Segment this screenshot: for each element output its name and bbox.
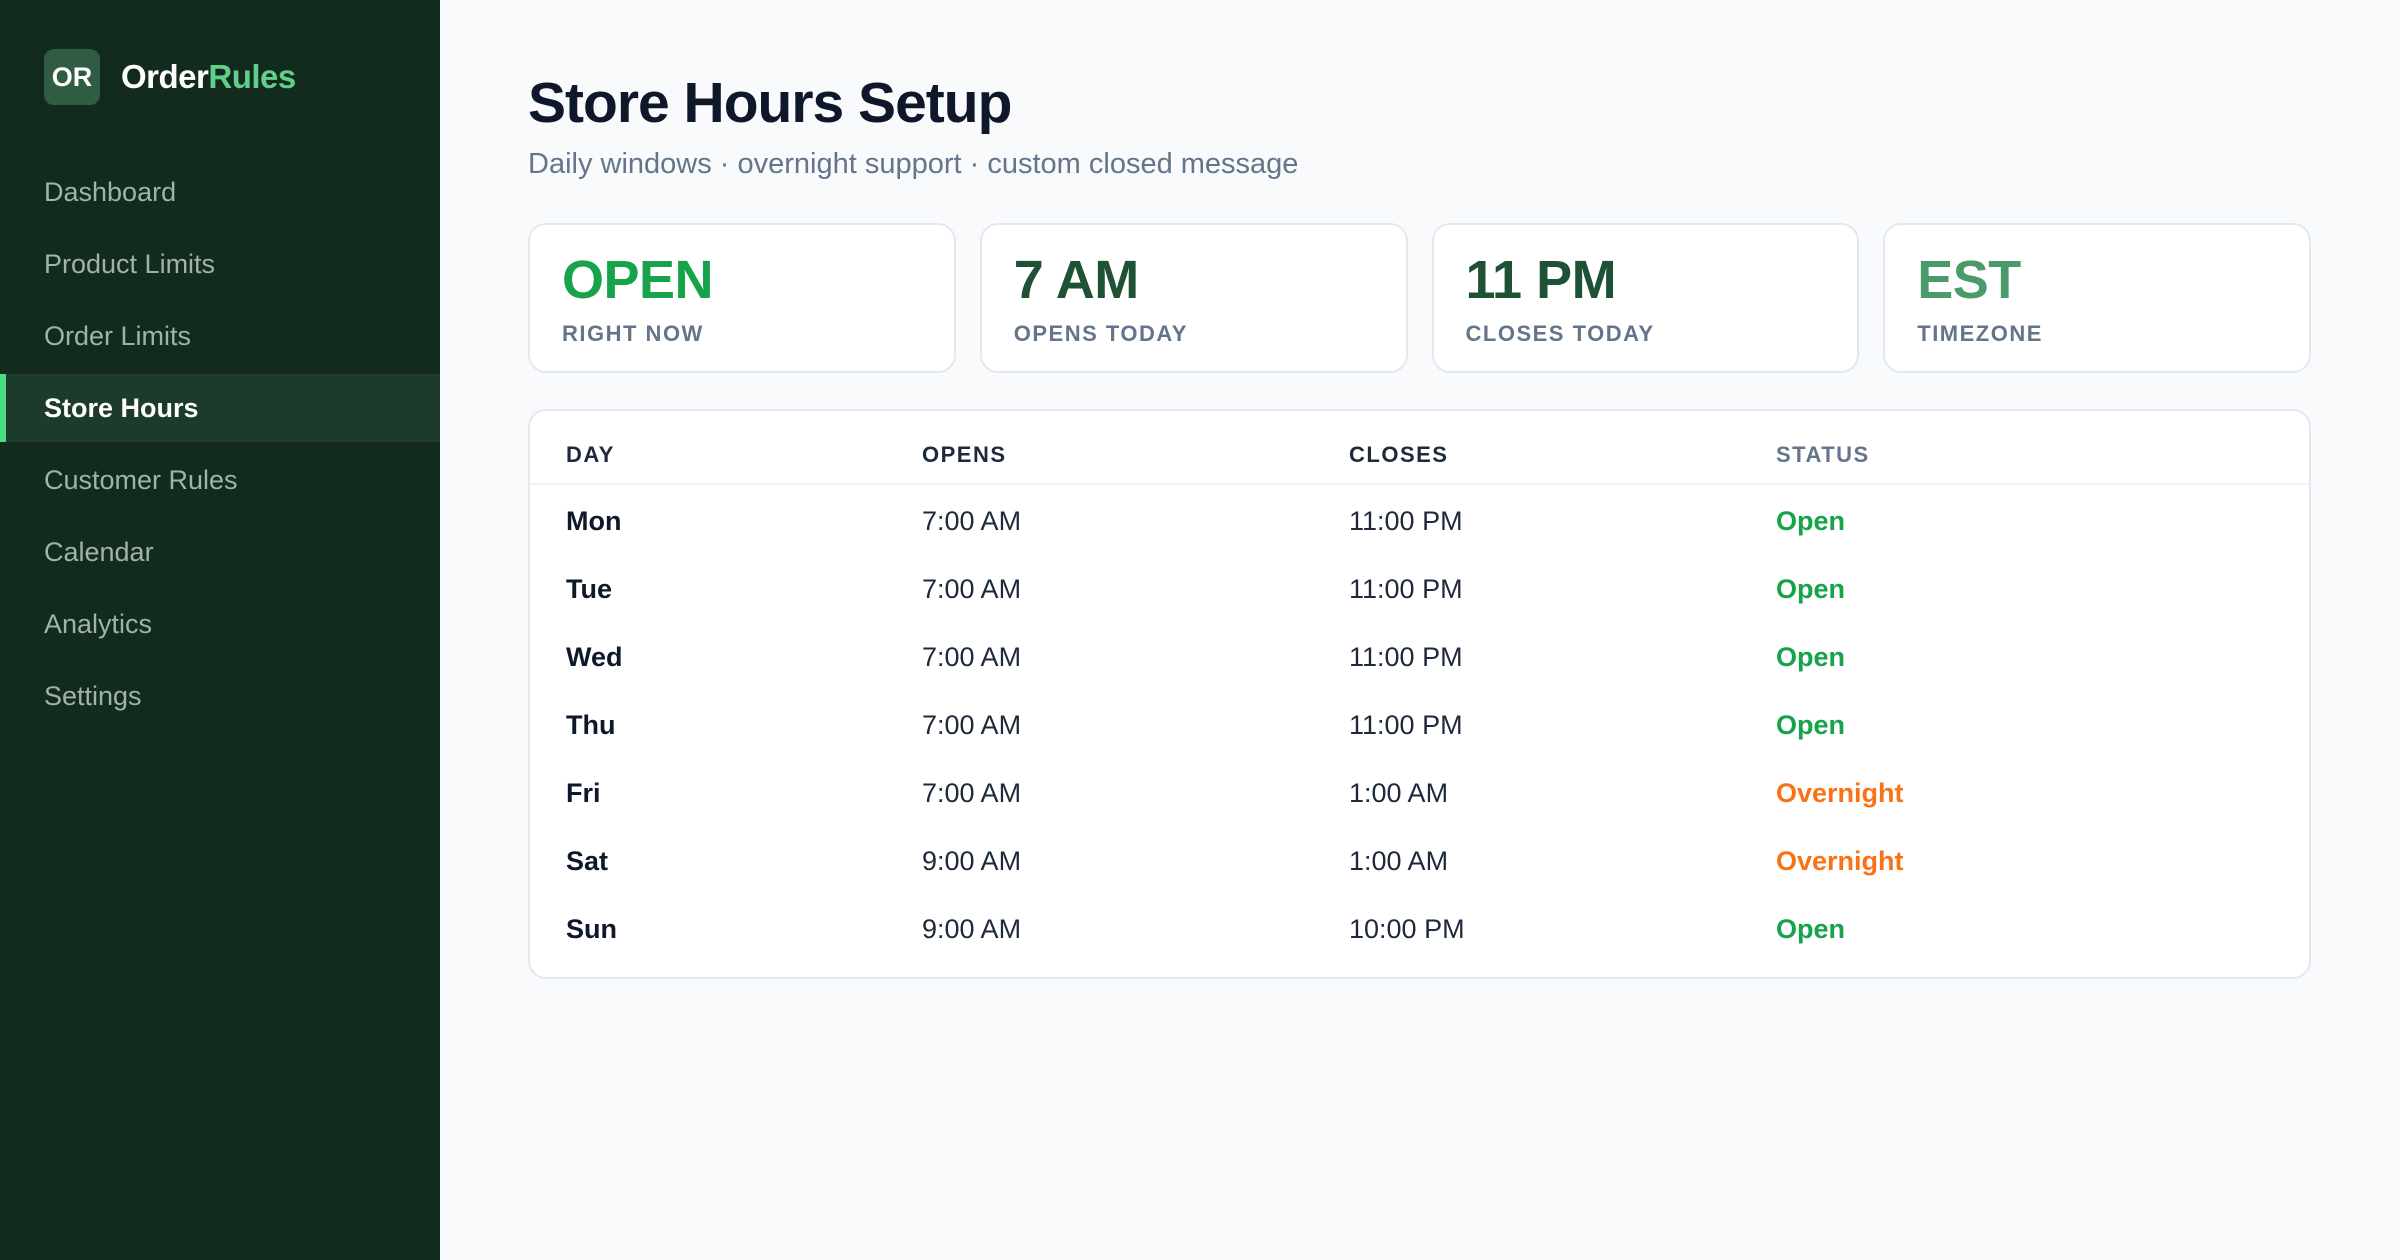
stat-label: OPENS TODAY	[1013, 321, 1188, 346]
table-row[interactable]: Thu 7:00 AM 11:00 PM Open	[530, 691, 2309, 759]
cell-opens: 7:00 AM	[922, 505, 1022, 536]
table-row[interactable]: Sun 9:00 AM 10:00 PM Open	[530, 895, 2309, 963]
sidebar: OR OrderRules Dashboard Product Limits Ord…	[0, 0, 440, 1260]
cell-day: Thu	[566, 709, 616, 740]
stat-label: TIMEZONE	[1917, 321, 2043, 346]
stat-card-closes-today: 11 PM CLOSES TODAY	[1431, 223, 1860, 373]
column-header-opens: OPENS	[922, 442, 1007, 467]
cell-status: Open	[1776, 641, 1846, 672]
sidebar-item-store-hours[interactable]: Store Hours	[0, 374, 440, 442]
stat-label: CLOSES TODAY	[1465, 321, 1655, 346]
cell-closes: 11:00 PM	[1349, 505, 1463, 536]
cell-closes: 1:00 AM	[1349, 845, 1449, 876]
sidebar-item-settings[interactable]: Settings	[0, 662, 440, 730]
stat-label: RIGHT NOW	[562, 321, 704, 346]
table-row[interactable]: Sat 9:00 AM 1:00 AM Overnight	[530, 827, 2309, 895]
stat-value: 11 PM	[1465, 250, 1617, 310]
cell-day: Tue	[566, 573, 612, 604]
page-subtitle: Daily windows · overnight support · cust…	[528, 148, 1299, 180]
stat-card-timezone: EST TIMEZONE	[1883, 223, 2311, 373]
cell-status: Open	[1776, 709, 1846, 740]
table-row[interactable]: Wed 7:00 AM 11:00 PM Open	[530, 623, 2309, 691]
sidebar-item-analytics[interactable]: Analytics	[0, 590, 440, 658]
brand-name-accent: Rules	[208, 58, 296, 95]
table-row[interactable]: Tue 7:00 AM 11:00 PM Open	[530, 555, 2309, 623]
cell-closes: 11:00 PM	[1349, 573, 1463, 604]
cell-opens: 9:00 AM	[922, 845, 1022, 876]
cell-opens: 9:00 AM	[922, 913, 1022, 944]
brand-name-prefix: Order	[121, 58, 209, 95]
stats-row: OPEN RIGHT NOW 7 AM OPENS TODAY 11 PM CLOSES …	[528, 223, 2311, 373]
cell-status: Open	[1776, 913, 1846, 944]
brand-logo-badge: OR	[44, 49, 100, 105]
main-content: Store Hours Setup Daily windows · overni…	[440, 0, 2400, 1260]
cell-closes: 1:00 AM	[1349, 777, 1449, 808]
table-row[interactable]: Mon 7:00 AM 11:00 PM Open	[530, 487, 2309, 555]
cell-status: Open	[1776, 573, 1846, 604]
cell-day: Sat	[566, 845, 609, 876]
stat-card-status-now: OPEN RIGHT NOW	[528, 223, 956, 373]
cell-closes: 10:00 PM	[1349, 913, 1465, 944]
sidebar-item-order-limits[interactable]: Order Limits	[0, 302, 440, 370]
cell-opens: 7:00 AM	[922, 709, 1022, 740]
column-header-day: DAY	[566, 442, 615, 467]
cell-opens: 7:00 AM	[922, 777, 1022, 808]
brand[interactable]: OR OrderRules	[0, 0, 440, 105]
sidebar-item-product-limits[interactable]: Product Limits	[0, 230, 440, 298]
brand-name: OrderRules	[121, 58, 296, 96]
table-header-row: DAY OPENS CLOSES STATUS	[530, 411, 2309, 485]
stat-value: EST	[1917, 250, 2021, 310]
stat-value: 7 AM	[1013, 250, 1140, 310]
cell-closes: 11:00 PM	[1349, 709, 1463, 740]
app-root: OR OrderRules Dashboard Product Limits Ord…	[0, 0, 2400, 1260]
cell-opens: 7:00 AM	[922, 573, 1022, 604]
cell-day: Mon	[566, 505, 622, 536]
sidebar-item-calendar[interactable]: Calendar	[0, 518, 440, 586]
table-body: Mon 7:00 AM 11:00 PM Open Tue 7:00 AM 11:00 PM…	[530, 487, 2309, 963]
sidebar-item-dashboard[interactable]: Dashboard	[0, 158, 440, 226]
stat-card-opens-today: 7 AM OPENS TODAY	[979, 223, 1408, 373]
sidebar-nav: Dashboard Product Limits Order Limits Store…	[0, 158, 440, 730]
cell-day: Wed	[566, 641, 623, 672]
cell-day: Sun	[566, 913, 617, 944]
column-header-closes: CLOSES	[1349, 442, 1449, 467]
cell-status: Overnight	[1776, 777, 1904, 808]
sidebar-item-customer-rules[interactable]: Customer Rules	[0, 446, 440, 514]
page-title: Store Hours Setup	[528, 71, 1012, 135]
column-header-status: STATUS	[1776, 442, 1870, 467]
cell-day: Fri	[566, 777, 601, 808]
cell-status: Overnight	[1776, 845, 1904, 876]
cell-closes: 11:00 PM	[1349, 641, 1463, 672]
table-row[interactable]: Fri 7:00 AM 1:00 AM Overnight	[530, 759, 2309, 827]
cell-status: Open	[1776, 505, 1846, 536]
stat-value: OPEN	[562, 250, 714, 310]
hours-table: DAY OPENS CLOSES STATUS Mon 7:00 AM 11:00 …	[528, 409, 2311, 979]
cell-opens: 7:00 AM	[922, 641, 1022, 672]
